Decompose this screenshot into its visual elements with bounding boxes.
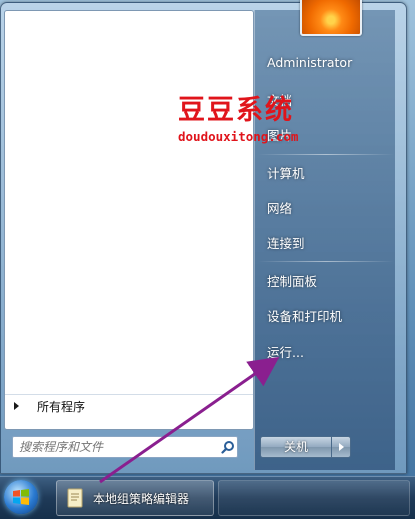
annotation-arrow (99, 356, 280, 484)
